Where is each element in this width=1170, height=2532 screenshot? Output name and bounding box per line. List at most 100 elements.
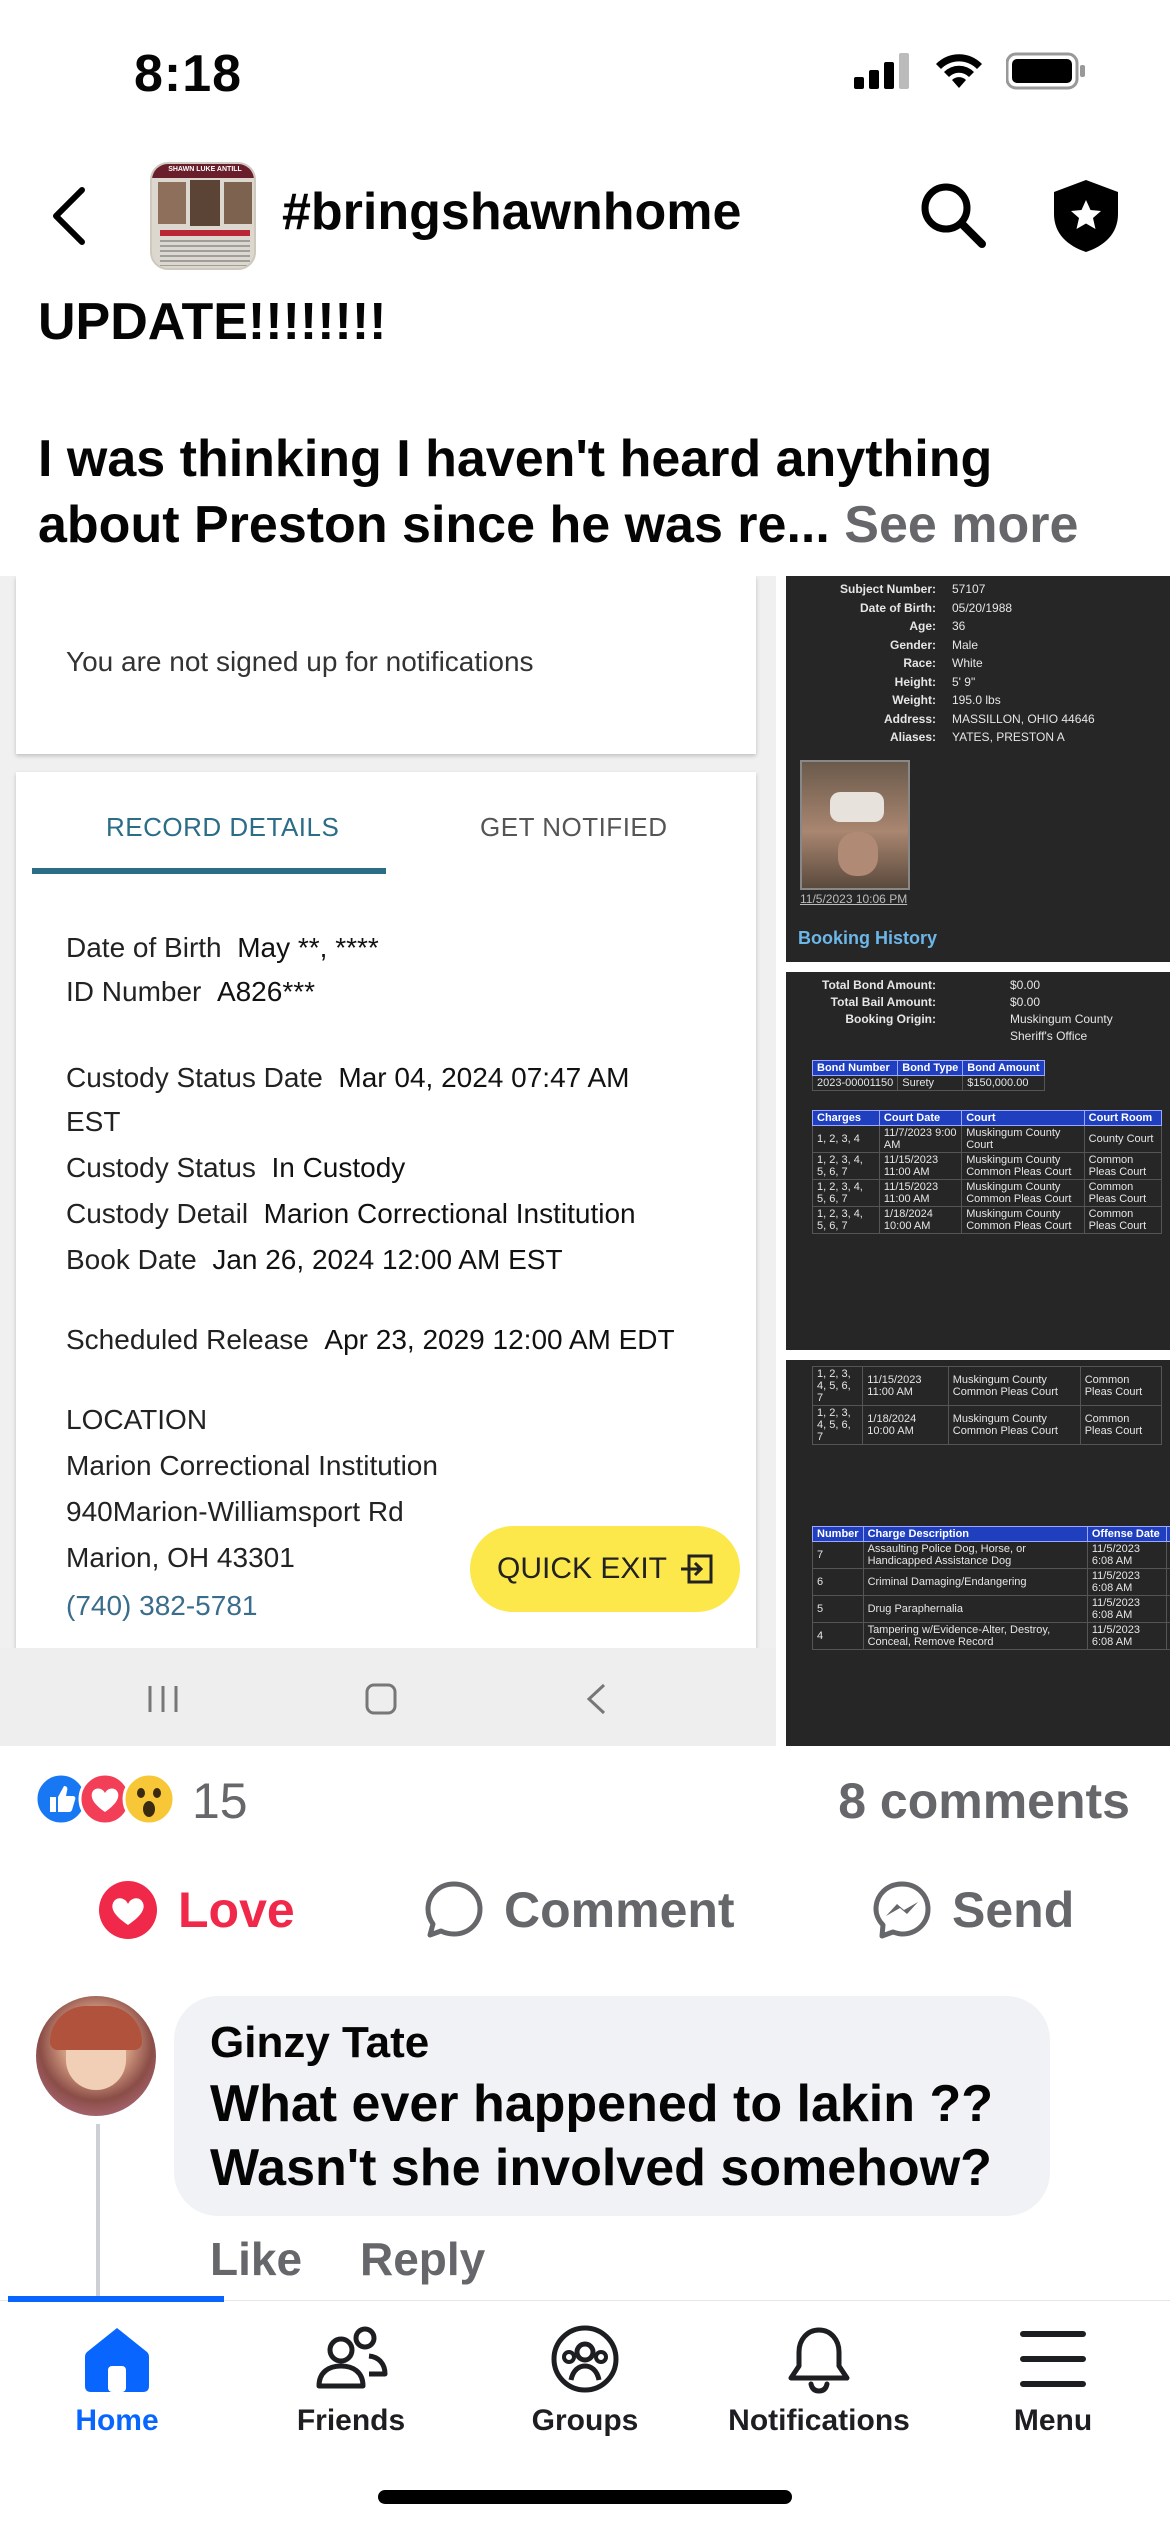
record-card: RECORD DETAILS GET NOTIFIED Date of Birt…	[16, 772, 756, 1652]
nav-notifications[interactable]: Notifications	[702, 2324, 936, 2438]
search-icon[interactable]	[918, 180, 988, 250]
table-cell: 11/5/2023 6:08 AM	[1086, 1622, 1168, 1650]
table-cell: 1, 2, 3, 4, 5, 6, 7	[812, 1152, 880, 1180]
table-header-cell: Charge Description	[862, 1526, 1088, 1542]
table-cell: 11/15/2023 11:00 AM	[878, 1179, 963, 1207]
table-cell: Common Pleas Court	[1083, 1152, 1163, 1180]
back-arrow-icon[interactable]	[46, 184, 90, 248]
table-header-cell: Court	[961, 1110, 1085, 1126]
table-cell: CR	[1166, 1595, 1170, 1623]
bond-field-label: Total Bail Amount:	[830, 995, 936, 1009]
group-name[interactable]: #bringshawnhome	[282, 182, 741, 242]
post-image-offenses[interactable]: 1, 2, 3, 4, 5, 6, 7 11/15/2023 11:00 AM Mu…	[786, 1360, 1170, 1746]
table-row: 7 Assaulting Police Dog, Horse, or Handic…	[812, 1541, 1170, 1569]
quick-exit-button: QUICK EXIT	[470, 1526, 740, 1612]
bond-field-value: $0.00	[1010, 995, 1041, 1009]
table-cell: Muskingum County Court	[961, 1125, 1085, 1153]
bond-field-value: Sheriff's Office	[1010, 1029, 1088, 1043]
table-cell: 11/7/2023 9:00 AM	[878, 1125, 963, 1153]
book-date-row: Book Date Jan 26, 2024 12:00 AM EST	[66, 1244, 563, 1275]
post-image-bond[interactable]: Total Bond Amount: $0.00 Total Bail Amount…	[786, 972, 1170, 1350]
table-cell: Tampering w/Evidence-Alter, Destroy, Con…	[862, 1622, 1088, 1650]
subject-field-label: Address:	[883, 711, 936, 726]
subject-field-value: MASSILLON, OHIO 44646	[952, 711, 1095, 726]
bond-field-label: Total Bond Amount:	[822, 978, 936, 992]
love-button[interactable]: Love	[98, 1880, 295, 1940]
bell-icon	[788, 2327, 850, 2394]
subject-field-label: Gender:	[889, 637, 936, 652]
custody-date-row-cont: EST	[66, 1106, 121, 1137]
post-image-record[interactable]: You are not signed up for notifications …	[0, 576, 776, 1746]
table-cell: CR	[1166, 1541, 1170, 1569]
see-more-link[interactable]: See more	[844, 496, 1078, 554]
table-row: 1, 2, 3, 4, 5, 6, 7 11/15/2023 11:00 AM Mu…	[811, 1366, 1163, 1406]
subject-field-label: Aliases:	[889, 730, 936, 744]
table-cell: Muskingum County Common Pleas Court	[961, 1206, 1085, 1234]
nav-groups[interactable]: Groups	[468, 2324, 702, 2438]
table-cell: 4	[812, 1622, 864, 1650]
comment-author[interactable]: Ginzy Tate	[210, 2018, 429, 2068]
subject-field-value: 36	[952, 619, 966, 633]
commenter-avatar[interactable]	[36, 1996, 156, 2116]
bond-field-value: $0.00	[1010, 978, 1041, 992]
comments-count[interactable]: 8 comments	[838, 1772, 1130, 1830]
dob-row: Date of Birth May **, ****	[66, 932, 379, 963]
comment-like-button[interactable]: Like	[210, 2232, 302, 2286]
android-back-icon	[586, 1683, 606, 1715]
table-header-cell: Bond Type	[897, 1060, 964, 1076]
subject-field-value: 5' 9"	[952, 674, 976, 689]
booking-history-link: Booking History	[798, 928, 938, 948]
nav-friends[interactable]: Friends	[234, 2324, 468, 2438]
signal-icon	[854, 53, 909, 89]
wifi-icon	[936, 54, 982, 88]
table-cell: 1, 2, 3, 4, 5, 6, 7	[811, 1405, 864, 1445]
group-thumbnail[interactable]: SHAWN LUKE ANTILL	[150, 162, 256, 270]
exit-icon	[681, 1554, 713, 1584]
table-cell: CR	[1166, 1622, 1170, 1650]
home-indicator	[378, 2490, 792, 2504]
subject-field-value: YATES, PRESTON A	[952, 730, 1065, 744]
table-cell: 7	[812, 1541, 864, 1569]
thread-line	[96, 2124, 100, 2300]
home-icon	[85, 2328, 149, 2392]
reaction-icons[interactable]	[34, 1772, 176, 1826]
location-city: Marion, OH 43301	[66, 1542, 295, 1573]
table-cell: Criminal Damaging/Endangering	[862, 1568, 1088, 1596]
groups-icon	[551, 2325, 619, 2393]
shield-star-icon[interactable]	[1050, 178, 1122, 254]
table-header-cell: Bond Amount	[962, 1060, 1045, 1076]
subject-field-label: Subject Number:	[839, 582, 936, 596]
subject-field-value: Male	[952, 637, 979, 652]
send-button[interactable]: Send	[872, 1880, 1074, 1940]
table-cell: 5	[812, 1595, 864, 1623]
bond-field-value: Muskingum County	[1010, 1012, 1113, 1026]
post-image-subject[interactable]: Subject Number: 57107 Date of Birth: 05/20/…	[786, 576, 1170, 962]
table-cell: 11/5/2023 6:08 AM	[1086, 1541, 1168, 1569]
comment-button[interactable]: Comment	[424, 1880, 735, 1940]
hamburger-menu-icon	[1020, 2331, 1086, 2387]
subject-field-label: Race:	[903, 656, 936, 670]
active-tab-indicator	[8, 2296, 224, 2302]
id-row: ID Number A826***	[66, 976, 316, 1007]
table-header-cell: Offense Date	[1086, 1526, 1168, 1542]
recent-apps-icon	[148, 1686, 178, 1712]
subject-field-label: Height:	[894, 674, 936, 689]
table-header-cell: Bond Number	[811, 1060, 899, 1076]
table-cell: 1, 2, 3, 4	[812, 1125, 880, 1153]
subject-field-value: 05/20/1988	[952, 600, 1013, 615]
table-row: 5Drug Paraphernalia11/5/2023 6:08 AMCR	[812, 1595, 1170, 1623]
photo-date: 11/5/2023 10:06 PM	[800, 892, 908, 906]
comment-reply-button[interactable]: Reply	[360, 2232, 485, 2286]
subject-field-value: 57107	[952, 582, 986, 596]
table-cell: Surety	[897, 1075, 964, 1091]
release-row: Scheduled Release Apr 23, 2029 12:00 AM …	[66, 1324, 675, 1355]
location-street: 940Marion-Williamsport Rd	[66, 1496, 404, 1527]
table-row: 1, 2, 3, 4, 5, 6, 7 1/18/2024 10:00 AM Mus…	[812, 1206, 1163, 1234]
nav-menu[interactable]: Menu	[936, 2324, 1170, 2438]
nav-home[interactable]: Home	[0, 2324, 234, 2438]
reaction-count[interactable]: 15	[192, 1772, 248, 1830]
table-cell: Muskingum County Common Pleas Court	[947, 1366, 1081, 1406]
table-cell: 1/18/2024 10:00 AM	[862, 1405, 949, 1445]
table-cell: 11/15/2023 11:00 AM	[862, 1366, 949, 1406]
table-row: 1, 2, 3, 4, 5, 6, 7 11/15/2023 11:00 AM Mu…	[812, 1179, 1163, 1207]
